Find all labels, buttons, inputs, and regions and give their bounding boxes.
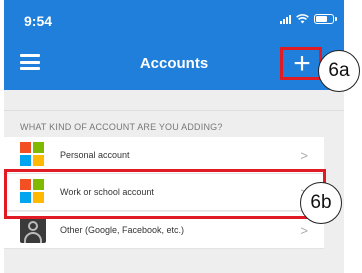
person-icon	[20, 217, 46, 243]
chevron-right-icon: >	[300, 222, 308, 238]
microsoft-logo-icon	[20, 142, 44, 166]
account-option-label: Other (Google, Facebook, etc.)	[60, 225, 185, 235]
divider	[4, 110, 344, 111]
highlight-box-work-school	[4, 169, 326, 219]
section-header: WHAT KIND OF ACCOUNT ARE YOU ADDING?	[20, 122, 223, 132]
wifi-icon	[296, 14, 309, 24]
status-icons	[280, 14, 337, 24]
phone-screen: 9:54 Accounts + WHAT KIND OF ACCOUNT ARE…	[4, 0, 344, 273]
account-option-label: Personal account	[60, 150, 130, 160]
callout-6b: 6b	[300, 182, 342, 224]
battery-icon	[314, 14, 337, 24]
status-time: 9:54	[24, 13, 53, 29]
highlight-box-add	[280, 47, 322, 80]
chevron-right-icon: >	[300, 147, 308, 163]
signal-icon	[280, 14, 291, 24]
callout-6a: 6a	[318, 50, 360, 92]
